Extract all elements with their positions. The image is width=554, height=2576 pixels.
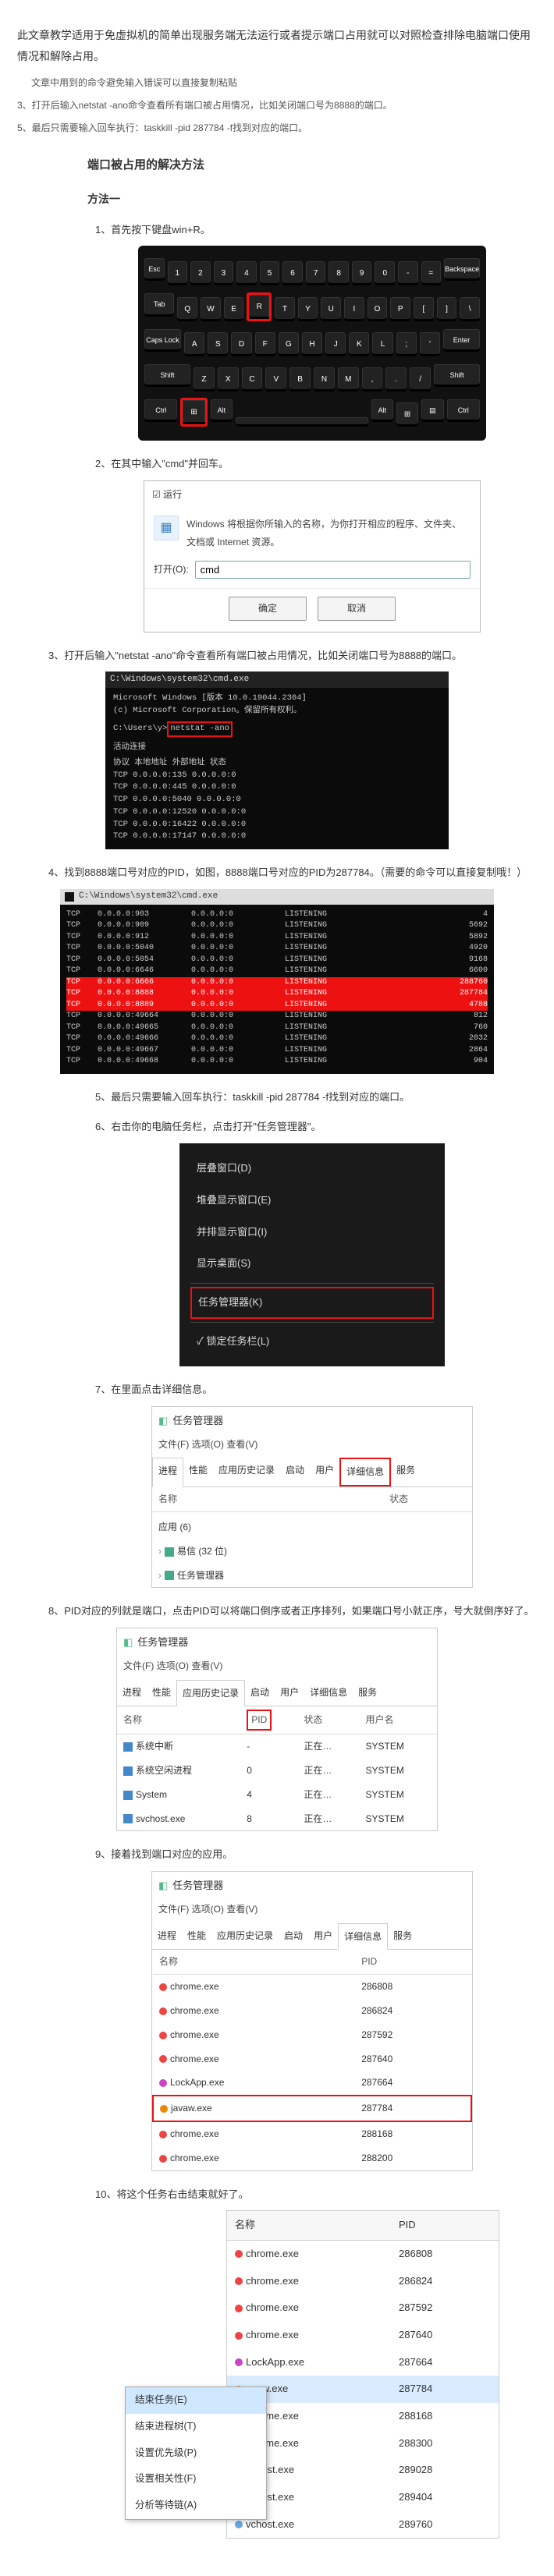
tab-2[interactable]: 应用历史记录 xyxy=(213,1458,280,1486)
cmd-window-1: C:\Windows\system32\cmd.exe Microsoft Wi… xyxy=(105,671,449,849)
tab-2[interactable]: 应用历史记录 xyxy=(176,1680,245,1707)
tab-4[interactable]: 用户 xyxy=(275,1680,304,1706)
tab-3[interactable]: 启动 xyxy=(245,1680,275,1706)
task-manager-3: ◧任务管理器 文件(F) 选项(O) 查看(V) 进程性能应用历史记录启动用户详… xyxy=(151,1871,473,2170)
context-menu-item[interactable]: 结束任务(E) xyxy=(126,2387,266,2414)
key-win: ⊞ xyxy=(180,398,207,427)
run-icon: ▦ xyxy=(154,516,179,540)
cancel-button[interactable]: 取消 xyxy=(318,597,396,621)
key-r: R xyxy=(247,292,272,321)
step-5: 5、最后只需要输入回车执行：taskkill -pid 287784 -f找到对… xyxy=(87,1088,537,1107)
step-8: 8、PID对应的列就是端口，点击PID可以将端口倒序或者正序排列，如果端口号小就… xyxy=(17,1602,537,1621)
run-input[interactable] xyxy=(195,561,471,579)
run-title: ☑ 运行 xyxy=(144,481,480,508)
step-4: 4、找到8888端口号对应的PID，如图，8888端口号对应的PID为28778… xyxy=(17,863,537,883)
step-9: 9、接着找到端口对应的应用。 xyxy=(87,1845,537,1865)
ctx-menu-item[interactable]: 显示桌面(S) xyxy=(179,1248,445,1280)
context-menu-item[interactable]: 结束进程树(T) xyxy=(126,2414,266,2440)
tab-4[interactable]: 用户 xyxy=(308,1923,338,1950)
ok-button[interactable]: 确定 xyxy=(229,597,307,621)
ctx-menu-item[interactable]: 层叠窗口(D) xyxy=(179,1153,445,1185)
tab-4[interactable]: 用户 xyxy=(310,1458,339,1486)
step-3: 3、打开后输入"netstat -ano"命令查看所有端口被占用情况，比如关闭端… xyxy=(17,647,537,666)
cmd-icon xyxy=(65,892,74,902)
pid-column-header[interactable]: PID xyxy=(247,1710,272,1731)
step-2: 2、在其中输入"cmd"并回车。 xyxy=(87,455,537,474)
context-menu-item[interactable]: 分析等待链(A) xyxy=(126,2493,266,2519)
ctx-menu-item[interactable]: 并排显示窗口(I) xyxy=(179,1217,445,1249)
intro-text: 此文章教学适用于免虚拟机的简单出现服务端无法运行或者提示端口占用就可以对照检查排… xyxy=(17,25,537,66)
cmd-title: C:\Windows\system32\cmd.exe xyxy=(105,671,449,688)
tab-6[interactable]: 服务 xyxy=(388,1923,417,1950)
task-manager-2: ◧任务管理器 文件(F) 选项(O) 查看(V) 进程性能应用历史记录启动用户详… xyxy=(116,1628,438,1831)
tm-menu[interactable]: 文件(F) 选项(O) 查看(V) xyxy=(152,1436,472,1458)
context-menu-item[interactable]: 设置相关性(F) xyxy=(126,2466,266,2493)
task-manager-menu-item[interactable]: 任务管理器(K) xyxy=(190,1287,434,1319)
tab-6[interactable]: 服务 xyxy=(353,1680,382,1706)
tab-1[interactable]: 性能 xyxy=(182,1923,211,1950)
method-title: 方法一 xyxy=(87,189,537,210)
tab-3[interactable]: 启动 xyxy=(279,1923,308,1950)
process-context-menu: 结束任务(E)结束进程树(T)设置优先级(P)设置相关性(F)分析等待链(A) xyxy=(125,2386,267,2520)
header-line-5: 5、最后只需要输入回车执行：taskkill -pid 287784 -f找到对… xyxy=(17,119,537,137)
section-title: 端口被占用的解决方法 xyxy=(87,154,537,177)
ctx-menu-item[interactable]: 堆叠显示窗口(E) xyxy=(179,1185,445,1217)
tab-0[interactable]: 进程 xyxy=(152,1458,183,1487)
run-desc: Windows 将根据你所输入的名称，为你打开相应的程序、文件夹、文档或 Int… xyxy=(186,516,471,551)
tab-5[interactable]: 详细信息 xyxy=(339,1458,391,1486)
step-6: 6、右击你的电脑任务栏，点击打开"任务管理器"。 xyxy=(87,1118,537,1137)
tab-1[interactable]: 性能 xyxy=(183,1458,213,1486)
lock-taskbar-item[interactable]: ✓ 锁定任务栏(L) xyxy=(179,1326,445,1358)
tab-5[interactable]: 详细信息 xyxy=(304,1680,353,1706)
tab-1[interactable]: 性能 xyxy=(147,1680,176,1706)
tab-3[interactable]: 启动 xyxy=(280,1458,310,1486)
tab-2[interactable]: 应用历史记录 xyxy=(211,1923,279,1950)
context-menu-item[interactable]: 设置优先级(P) xyxy=(126,2440,266,2467)
netstat-table: C:\Windows\system32\cmd.exe TCP0.0.0.0:9… xyxy=(60,889,494,1074)
note-text: 文章中用到的命令避免输入错误可以直接复制粘贴 xyxy=(17,74,537,92)
keyboard-illustration: Esc1234567890-=Backspace TabQWERTYUIOP[]… xyxy=(138,246,486,440)
tab-6[interactable]: 服务 xyxy=(391,1458,421,1486)
end-task-figure: 名称PID chrome.exe286808chrome.exe286824ch… xyxy=(125,2210,499,2539)
netstat-command: netstat -ano xyxy=(167,721,233,737)
step-10: 10、将这个任务右击结束就好了。 xyxy=(87,2185,537,2205)
tab-0[interactable]: 进程 xyxy=(117,1680,147,1706)
run-dialog: ☑ 运行 ▦ Windows 将根据你所输入的名称，为你打开相应的程序、文件夹、… xyxy=(144,480,481,632)
tab-0[interactable]: 进程 xyxy=(152,1923,182,1950)
step-1: 1、首先按下键盘win+R。 xyxy=(87,221,537,240)
run-open-label: 打开(O): xyxy=(154,561,189,579)
header-line-3: 3、打开后输入netstat -ano命令查看所有端口被占用情况，比如关闭端口号… xyxy=(17,97,537,115)
taskbar-context-menu: 层叠窗口(D)堆叠显示窗口(E)并排显示窗口(I)显示桌面(S) 任务管理器(K… xyxy=(179,1143,445,1366)
tab-5[interactable]: 详细信息 xyxy=(338,1923,388,1951)
step-7: 7、在里面点击详细信息。 xyxy=(87,1380,537,1400)
task-manager-1: ◧任务管理器 文件(F) 选项(O) 查看(V) 进程性能应用历史记录启动用户详… xyxy=(151,1406,473,1588)
